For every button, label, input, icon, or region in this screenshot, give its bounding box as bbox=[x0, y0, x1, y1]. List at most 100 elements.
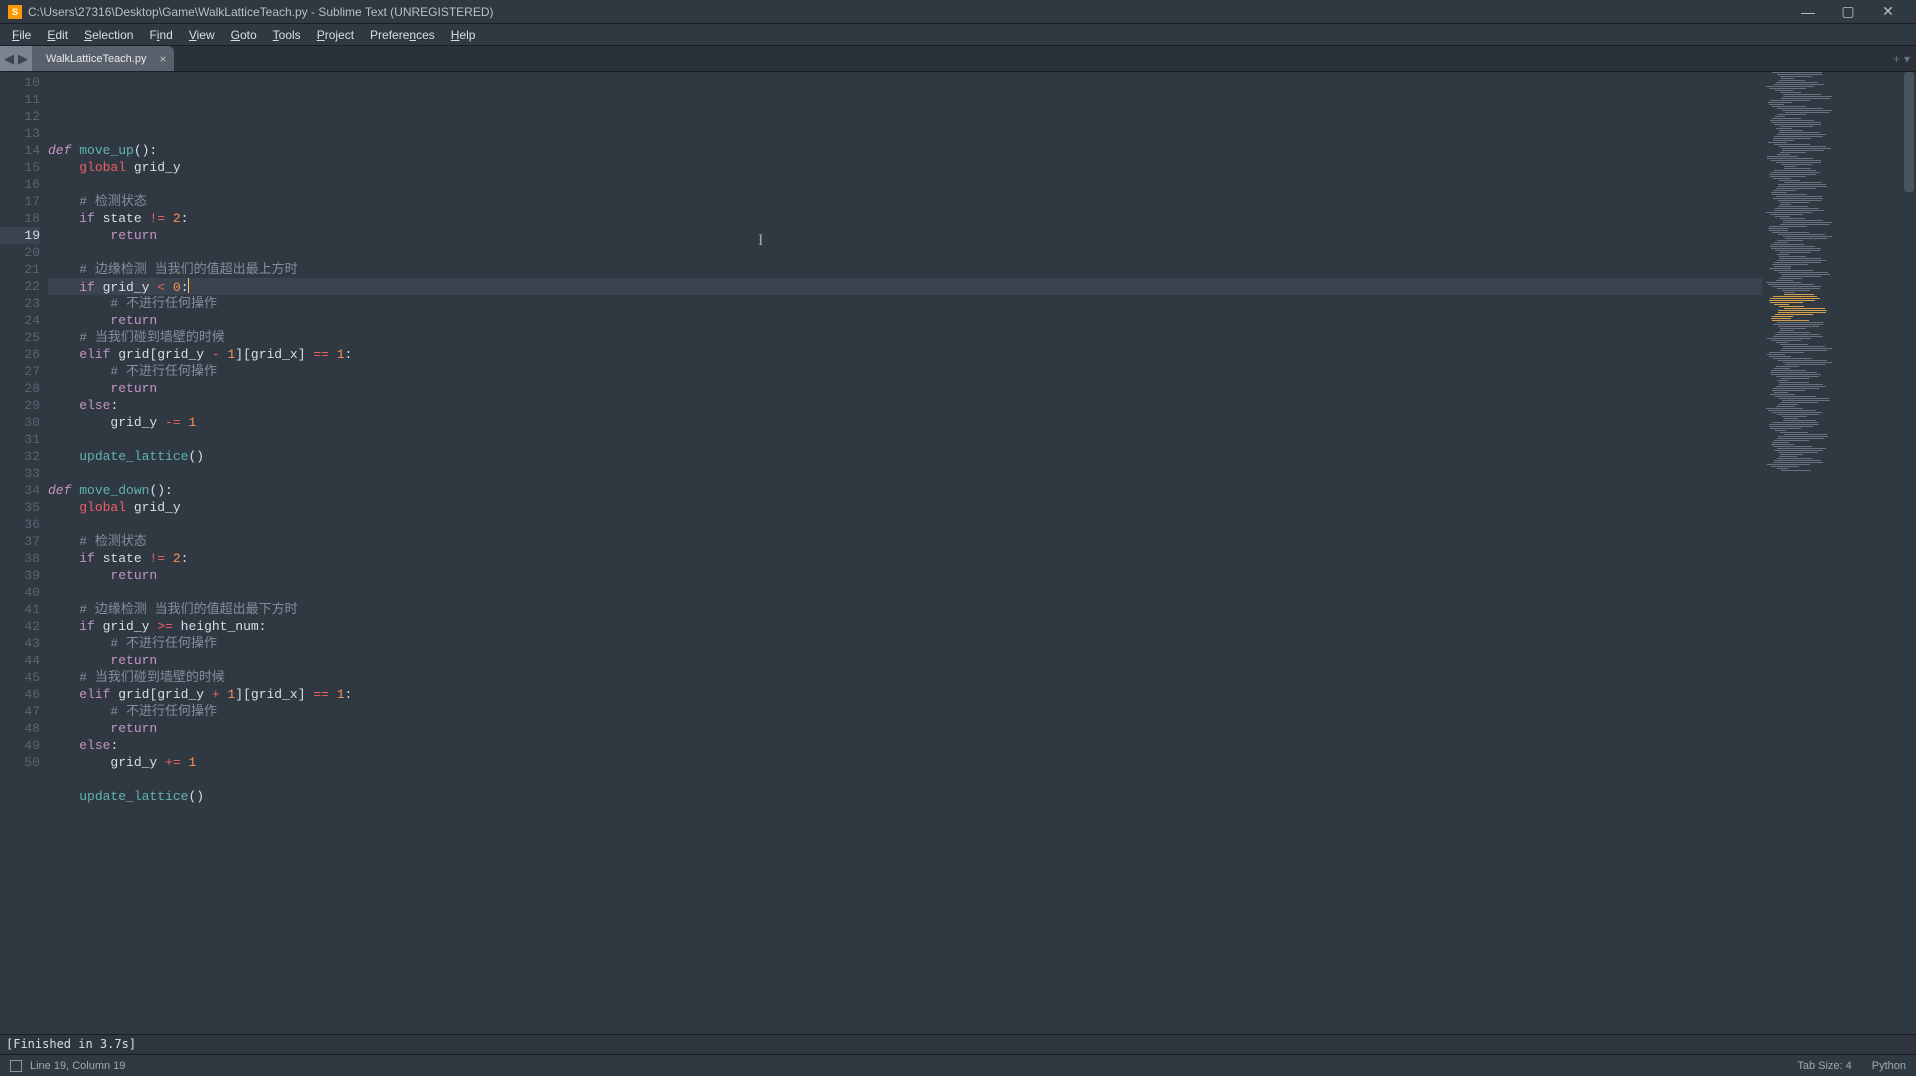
code-line[interactable]: return bbox=[48, 567, 1762, 584]
line-number[interactable]: 42 bbox=[0, 618, 40, 635]
menu-goto[interactable]: Goto bbox=[223, 25, 265, 45]
minimap[interactable] bbox=[1762, 72, 1902, 1034]
line-number[interactable]: 12 bbox=[0, 108, 40, 125]
menu-find[interactable]: Find bbox=[141, 25, 180, 45]
code-line[interactable]: return bbox=[48, 720, 1762, 737]
line-number[interactable]: 32 bbox=[0, 448, 40, 465]
line-number[interactable]: 46 bbox=[0, 686, 40, 703]
line-number[interactable]: 38 bbox=[0, 550, 40, 567]
close-window-button[interactable]: ✕ bbox=[1868, 0, 1908, 24]
editor-area[interactable]: 1011121314151617181920212223242526272829… bbox=[0, 72, 1916, 1034]
code-line[interactable]: if state != 2: bbox=[48, 210, 1762, 227]
new-tab-icon[interactable]: + bbox=[1893, 52, 1900, 66]
menu-tools[interactable]: Tools bbox=[265, 25, 309, 45]
code-line[interactable] bbox=[48, 125, 1762, 142]
code-line[interactable]: grid_y -= 1 bbox=[48, 414, 1762, 431]
line-number[interactable]: 22 bbox=[0, 278, 40, 295]
code-line[interactable]: else: bbox=[48, 397, 1762, 414]
tab-close-icon[interactable]: × bbox=[159, 52, 166, 66]
code-line[interactable]: return bbox=[48, 380, 1762, 397]
line-number[interactable]: 45 bbox=[0, 669, 40, 686]
line-number[interactable]: 41 bbox=[0, 601, 40, 618]
line-number[interactable]: 43 bbox=[0, 635, 40, 652]
nav-forward-icon[interactable]: ▶ bbox=[16, 51, 30, 67]
code-line[interactable]: # 检测状态 bbox=[48, 533, 1762, 550]
line-number[interactable]: 21 bbox=[0, 261, 40, 278]
code-line[interactable]: global grid_y bbox=[48, 159, 1762, 176]
line-number[interactable]: 13 bbox=[0, 125, 40, 142]
code-line[interactable]: # 当我们碰到墙壁的时候 bbox=[48, 329, 1762, 346]
code-line[interactable] bbox=[48, 584, 1762, 601]
menu-selection[interactable]: Selection bbox=[76, 25, 141, 45]
build-output-panel[interactable]: [Finished in 3.7s] bbox=[0, 1034, 1916, 1054]
menu-edit[interactable]: Edit bbox=[39, 25, 76, 45]
line-number-gutter[interactable]: 1011121314151617181920212223242526272829… bbox=[0, 72, 48, 1034]
line-number[interactable]: 16 bbox=[0, 176, 40, 193]
menu-file[interactable]: File bbox=[4, 25, 39, 45]
line-number[interactable]: 50 bbox=[0, 754, 40, 771]
code-line[interactable]: # 边缘检测 当我们的值超出最上方时 bbox=[48, 261, 1762, 278]
code-line[interactable]: def move_up(): bbox=[48, 142, 1762, 159]
code-line[interactable]: # 不进行任何操作 bbox=[48, 363, 1762, 380]
line-number[interactable]: 29 bbox=[0, 397, 40, 414]
code-line[interactable]: return bbox=[48, 227, 1762, 244]
line-number[interactable]: 10 bbox=[0, 74, 40, 91]
line-number[interactable]: 27 bbox=[0, 363, 40, 380]
menu-project[interactable]: Project bbox=[309, 25, 362, 45]
line-number[interactable]: 39 bbox=[0, 567, 40, 584]
panel-switcher-icon[interactable] bbox=[10, 1060, 22, 1072]
line-number[interactable]: 37 bbox=[0, 533, 40, 550]
line-number[interactable]: 48 bbox=[0, 720, 40, 737]
menu-help[interactable]: Help bbox=[443, 25, 484, 45]
line-number[interactable]: 47 bbox=[0, 703, 40, 720]
code-line[interactable]: update_lattice() bbox=[48, 448, 1762, 465]
line-number[interactable]: 31 bbox=[0, 431, 40, 448]
code-line[interactable] bbox=[48, 176, 1762, 193]
code-line[interactable]: elif grid[grid_y + 1][grid_x] == 1: bbox=[48, 686, 1762, 703]
code-line[interactable]: return bbox=[48, 652, 1762, 669]
line-number[interactable]: 49 bbox=[0, 737, 40, 754]
line-number[interactable]: 14 bbox=[0, 142, 40, 159]
line-number[interactable]: 30 bbox=[0, 414, 40, 431]
code-line[interactable]: elif grid[grid_y - 1][grid_x] == 1: bbox=[48, 346, 1762, 363]
line-number[interactable]: 18 bbox=[0, 210, 40, 227]
code-line[interactable]: global grid_y bbox=[48, 499, 1762, 516]
code-line[interactable]: # 检测状态 bbox=[48, 193, 1762, 210]
code-line[interactable]: # 不进行任何操作 bbox=[48, 295, 1762, 312]
line-number[interactable]: 36 bbox=[0, 516, 40, 533]
line-number[interactable]: 20 bbox=[0, 244, 40, 261]
code-line[interactable]: if grid_y < 0: bbox=[48, 278, 1762, 295]
code-line[interactable]: def move_down(): bbox=[48, 482, 1762, 499]
code-line[interactable]: grid_y += 1 bbox=[48, 754, 1762, 771]
code-line[interactable]: if grid_y >= height_num: bbox=[48, 618, 1762, 635]
tab-dropdown-icon[interactable]: ▾ bbox=[1904, 52, 1910, 66]
line-number[interactable]: 34 bbox=[0, 482, 40, 499]
minimize-button[interactable]: — bbox=[1788, 0, 1828, 24]
line-number[interactable]: 24 bbox=[0, 312, 40, 329]
code-line[interactable] bbox=[48, 516, 1762, 533]
line-number[interactable]: 17 bbox=[0, 193, 40, 210]
code-line[interactable]: # 不进行任何操作 bbox=[48, 703, 1762, 720]
line-number[interactable]: 35 bbox=[0, 499, 40, 516]
code-line[interactable]: if state != 2: bbox=[48, 550, 1762, 567]
tab-walklatticeteach[interactable]: WalkLatticeTeach.py × bbox=[32, 46, 174, 71]
code-line[interactable]: update_lattice() bbox=[48, 788, 1762, 805]
code-line[interactable]: # 不进行任何操作 bbox=[48, 635, 1762, 652]
code-line[interactable]: # 边缘检测 当我们的值超出最下方时 bbox=[48, 601, 1762, 618]
vertical-scrollbar[interactable] bbox=[1902, 72, 1916, 1034]
line-number[interactable]: 33 bbox=[0, 465, 40, 482]
status-tabsize[interactable]: Tab Size: 4 bbox=[1797, 1060, 1851, 1072]
maximize-button[interactable]: ▢ bbox=[1828, 0, 1868, 24]
code-editor[interactable]: I def move_up(): global grid_y # 检测状态 if… bbox=[48, 72, 1762, 1034]
menu-preferences[interactable]: Preferences bbox=[362, 25, 443, 45]
line-number[interactable]: 11 bbox=[0, 91, 40, 108]
code-line[interactable]: return bbox=[48, 312, 1762, 329]
code-line[interactable] bbox=[48, 431, 1762, 448]
code-line[interactable] bbox=[48, 805, 1762, 822]
code-line[interactable]: # 当我们碰到墙壁的时候 bbox=[48, 669, 1762, 686]
code-line[interactable] bbox=[48, 465, 1762, 482]
line-number[interactable]: 25 bbox=[0, 329, 40, 346]
nav-back-icon[interactable]: ◀ bbox=[2, 51, 16, 67]
code-line[interactable]: else: bbox=[48, 737, 1762, 754]
code-line[interactable] bbox=[48, 244, 1762, 261]
